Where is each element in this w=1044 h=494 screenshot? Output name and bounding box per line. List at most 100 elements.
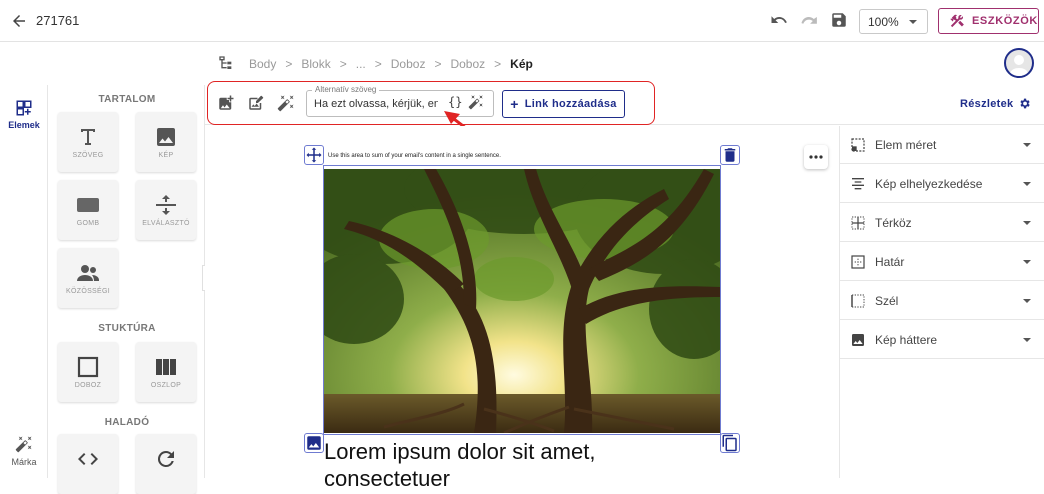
box-icon — [77, 356, 99, 378]
tools-label: ESZKÖZÖK — [972, 15, 1038, 27]
tools-button[interactable]: ESZKÖZÖK — [938, 8, 1039, 34]
block-text-label: SZÖVEG — [72, 152, 104, 159]
block-social-label: KÖZÖSSÉGI — [66, 288, 110, 295]
block-loop[interactable] — [136, 434, 196, 494]
magic-wand-icon — [15, 436, 32, 453]
tools-icon — [950, 14, 964, 28]
zoom-select[interactable]: 100% — [859, 9, 928, 34]
breadcrumb-separator: > — [285, 57, 293, 71]
align-center-icon — [852, 178, 864, 190]
prop-label: Kép háttere — [875, 333, 938, 347]
rail-item-brand[interactable]: Márka — [0, 435, 48, 467]
preheader-text[interactable]: Use this area to sum of your email's con… — [328, 153, 501, 159]
breadcrumb-item-block[interactable]: Blokk — [301, 57, 330, 71]
add-element-icon — [16, 100, 32, 116]
redo-icon[interactable] — [800, 11, 818, 29]
border-icon — [851, 255, 865, 269]
breadcrumb-separator: > — [339, 57, 347, 71]
people-icon — [77, 265, 99, 281]
block-divider-label: ELVÁLASZTÓ — [142, 220, 190, 227]
tree-structure-icon[interactable] — [218, 55, 234, 71]
columns-icon — [156, 359, 176, 375]
margin-icon — [851, 294, 865, 308]
button-icon — [77, 198, 99, 212]
prop-border[interactable]: Határ — [840, 243, 1044, 281]
section-title-content: TARTALOM — [98, 94, 156, 105]
document-id: 271761 — [36, 13, 80, 28]
image-icon — [852, 334, 864, 346]
gear-icon — [1020, 98, 1031, 109]
section-title-advanced: HALADÓ — [104, 417, 150, 428]
block-code[interactable] — [58, 434, 118, 494]
padding-icon — [851, 216, 865, 230]
block-column-label: OSZLOP — [150, 382, 182, 389]
prop-label: Kép elhelyezkedése — [875, 177, 983, 191]
section-title-structure: STUKTÚRA — [98, 323, 156, 334]
more-options-button[interactable] — [804, 145, 828, 169]
divider-icon — [156, 195, 176, 215]
chevron-down-icon — [1023, 182, 1031, 186]
prop-label: Térköz — [875, 216, 912, 230]
chevron-down-icon — [909, 20, 917, 24]
more-horizontal-icon — [809, 155, 823, 159]
block-divider[interactable]: ELVÁLASZTÓ — [136, 180, 196, 240]
copy-icon — [722, 434, 737, 452]
left-rail: Elemek Márka — [0, 85, 48, 478]
block-image-label: KÉP — [158, 152, 174, 159]
breadcrumb-item-ellipsis[interactable]: ... — [356, 57, 366, 71]
prop-label: Szél — [875, 294, 899, 308]
block-button-label: GOMB — [76, 220, 100, 227]
chevron-down-icon — [1023, 221, 1031, 225]
chevron-down-icon — [1023, 338, 1031, 342]
prop-image-background[interactable]: Kép háttere — [840, 321, 1044, 359]
top-bar: 271761 100% ESZKÖZÖK — [0, 0, 1044, 42]
rail-brand-label: Márka — [11, 457, 37, 467]
image-icon — [157, 128, 175, 146]
details-label: Részletek — [960, 97, 1014, 110]
highlight-frame — [207, 81, 655, 125]
rail-item-elements[interactable]: Elemek — [0, 91, 48, 135]
breadcrumb: Body > Blokk > ... > Doboz > Doboz > Kép — [249, 57, 533, 71]
prop-image-alignment[interactable]: Kép elhelyezkedése — [840, 165, 1044, 203]
chevron-down-icon — [1023, 143, 1031, 147]
prop-margin[interactable]: Szél — [840, 282, 1044, 320]
block-box[interactable]: DOBOZ — [58, 342, 118, 402]
move-icon — [306, 147, 322, 163]
back-arrow-icon[interactable] — [10, 12, 28, 30]
prop-element-size[interactable]: Elem méret — [840, 126, 1044, 164]
avatar[interactable] — [1004, 48, 1034, 78]
block-text[interactable]: SZÖVEG — [58, 112, 118, 172]
prop-spacing[interactable]: Térköz — [840, 204, 1044, 242]
trash-icon — [724, 148, 736, 162]
tree-image[interactable] — [324, 169, 720, 433]
block-button[interactable]: GOMB — [58, 180, 118, 240]
code-icon — [78, 453, 98, 465]
refresh-icon — [157, 450, 174, 467]
breadcrumb-item-box-2[interactable]: Doboz — [450, 57, 485, 71]
rail-elements-label: Elemek — [8, 120, 40, 130]
text-icon — [81, 129, 95, 145]
breadcrumb-item-body[interactable]: Body — [249, 57, 276, 71]
prop-label: Határ — [875, 255, 905, 269]
block-column[interactable]: OSZLOP — [136, 342, 196, 402]
element-size-icon — [851, 138, 865, 152]
save-icon[interactable] — [830, 11, 848, 29]
delete-button[interactable] — [720, 145, 740, 165]
block-image[interactable]: KÉP — [136, 112, 196, 172]
zoom-value: 100% — [868, 15, 899, 29]
duplicate-button[interactable] — [720, 433, 740, 453]
details-button[interactable]: Részletek — [960, 97, 1031, 110]
image-icon — [307, 436, 321, 450]
move-handle[interactable] — [304, 145, 324, 165]
body-text[interactable]: Lorem ipsum dolor sit amet, consectetuer — [324, 438, 644, 492]
chevron-down-icon — [1023, 260, 1031, 264]
breadcrumb-separator: > — [374, 57, 382, 71]
block-social[interactable]: KÖZÖSSÉGI — [58, 248, 118, 308]
prop-label: Elem méret — [875, 138, 937, 152]
breadcrumb-separator: > — [434, 57, 442, 71]
chevron-down-icon — [1023, 299, 1031, 303]
image-settings-handle[interactable] — [304, 433, 324, 453]
undo-icon[interactable] — [770, 11, 788, 29]
breadcrumb-item-box[interactable]: Doboz — [391, 57, 426, 71]
blocks-panel: TARTALOM SZÖVEG KÉP GOMB ELVÁLASZTÓ KÖZÖ… — [49, 85, 205, 494]
